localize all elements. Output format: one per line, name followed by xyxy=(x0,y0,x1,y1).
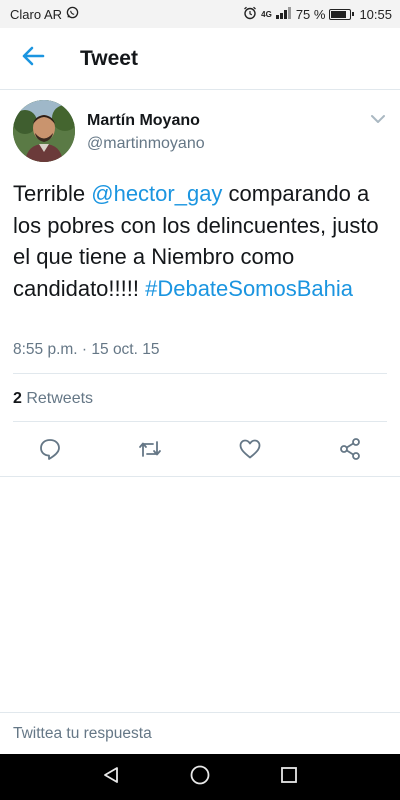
chevron-down-icon xyxy=(368,113,388,130)
divider xyxy=(0,476,400,477)
battery-fill xyxy=(331,10,347,18)
tweet-header: Martín Moyano @martinmoyano xyxy=(0,96,400,168)
divider xyxy=(13,421,387,422)
like-button[interactable] xyxy=(236,437,264,465)
nav-home-button[interactable] xyxy=(188,765,212,789)
status-bar: Claro AR 4G 75 % 10:55 xyxy=(0,0,400,28)
tweet-timestamp: 8:55 p.m. · 15 oct. 15 xyxy=(13,341,160,358)
tweet-actions xyxy=(0,433,400,469)
system-nav-bar xyxy=(0,754,400,800)
network-type-label: 4G xyxy=(261,9,272,19)
whatsapp-icon xyxy=(66,6,79,22)
status-right: 4G 75 % 10:55 xyxy=(243,6,392,23)
recents-square-icon xyxy=(279,765,299,790)
page-title: Tweet xyxy=(80,46,138,70)
reply-bar xyxy=(0,712,400,752)
retweet-button[interactable] xyxy=(136,437,164,465)
tweet-options-button[interactable] xyxy=(368,112,388,126)
back-triangle-icon xyxy=(101,765,121,790)
battery-percent-label: 75 % xyxy=(295,6,326,22)
signal-icon xyxy=(275,6,292,22)
mention-link[interactable]: @hector_gay xyxy=(91,181,222,206)
reply-icon xyxy=(38,437,62,466)
divider xyxy=(13,373,387,374)
carrier-label: Claro AR xyxy=(10,6,63,22)
retweet-label: Retweets xyxy=(21,390,94,407)
app-bar: Tweet xyxy=(0,28,400,90)
retweet-icon xyxy=(137,437,163,466)
status-left: Claro AR xyxy=(10,6,79,22)
alarm-icon xyxy=(243,6,257,23)
clock-label: 10:55 xyxy=(359,6,392,22)
heart-icon xyxy=(238,437,262,466)
author-name[interactable]: Martín Moyano xyxy=(87,112,200,130)
hashtag-link[interactable]: #DebateSomosBahia xyxy=(145,276,353,301)
reply-button[interactable] xyxy=(36,437,64,465)
share-icon xyxy=(338,437,362,466)
avatar[interactable] xyxy=(13,100,75,162)
nav-back-button[interactable] xyxy=(99,765,123,789)
reply-input[interactable] xyxy=(13,723,383,745)
tweet-text: Terrible @hector_gay comparando a los po… xyxy=(13,178,388,304)
battery-icon xyxy=(329,8,355,20)
retweet-count: 2 xyxy=(13,390,22,407)
author-handle[interactable]: @martinmoyano xyxy=(87,135,205,153)
tweet-text-part1: Terrible xyxy=(13,181,92,206)
retweets-stat[interactable]: 2 Retweets xyxy=(13,390,93,408)
arrow-left-icon xyxy=(21,46,45,71)
home-circle-icon xyxy=(189,764,211,791)
back-button[interactable] xyxy=(0,28,66,90)
nav-recents-button[interactable] xyxy=(277,765,301,789)
share-button[interactable] xyxy=(336,437,364,465)
